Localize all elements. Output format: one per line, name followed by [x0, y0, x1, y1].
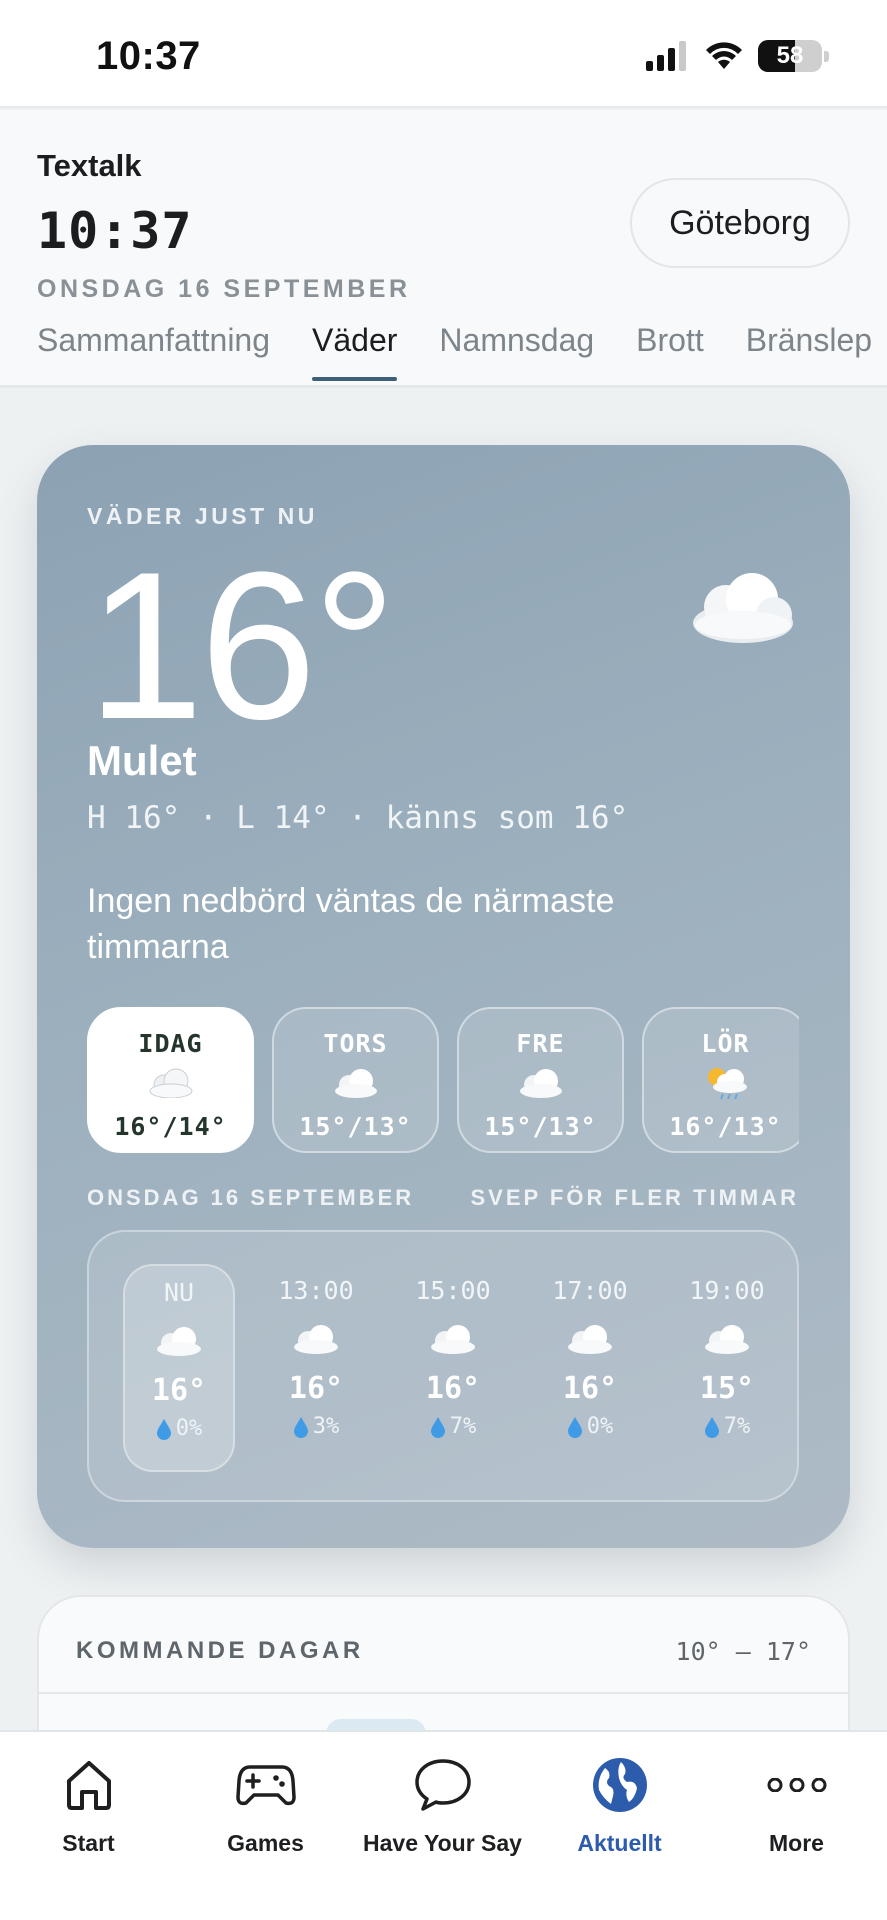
- raindrop-icon: [293, 1416, 308, 1438]
- brand-name: Textalk: [37, 148, 142, 183]
- status-icons: 58: [646, 40, 829, 72]
- tab-namnsdag[interactable]: Namnsdag: [439, 322, 594, 381]
- wifi-icon: [706, 42, 742, 69]
- header-date: ONSDAG 16 SEPTEMBER: [37, 275, 411, 303]
- bottom-navigation: Start Games Have Your Say Aktuellt More: [0, 1730, 887, 1920]
- status-bar: 10:37 58: [0, 0, 887, 108]
- home-icon: [66, 1761, 111, 1810]
- raindrop-icon: [704, 1416, 719, 1438]
- nav-item-start[interactable]: Start: [0, 1750, 177, 1857]
- hourly-date: ONSDAG 16 SEPTEMBER: [87, 1185, 415, 1210]
- city-selector-button[interactable]: Göteborg: [630, 178, 850, 268]
- hour-item: 17:00 16° 0%: [552, 1276, 628, 1439]
- upcoming-title: KOMMANDE DAGAR: [76, 1637, 364, 1664]
- nav-item-have-your-say[interactable]: Have Your Say: [354, 1750, 531, 1857]
- speech-bubble-icon: [414, 1759, 471, 1811]
- upcoming-range: 10° – 17°: [675, 1637, 811, 1666]
- cloud-icon: [334, 1069, 377, 1098]
- cloud-icon: [568, 1325, 612, 1354]
- hourly-header: ONSDAG 16 SEPTEMBER SVEP FÖR FLER TIMMAR: [87, 1185, 799, 1211]
- day-card-tors[interactable]: TORS 15°/13°: [272, 1007, 439, 1153]
- daily-forecast-strip: IDAG 16°/14° TORS 15°/13° FRE 15°/13° LÖ…: [87, 1007, 799, 1153]
- signal-icon: [646, 41, 686, 71]
- tab-bransle[interactable]: Bränslep: [746, 322, 872, 381]
- section-tabs: Sammanfattning Väder Namnsdag Brott Brän…: [37, 322, 887, 381]
- cloud-icon: [431, 1325, 475, 1354]
- tab-brott[interactable]: Brott: [636, 322, 704, 381]
- day-card-fre[interactable]: FRE 15°/13°: [457, 1007, 624, 1153]
- cloud-icon: [519, 1069, 562, 1098]
- hour-item: 15:00 16° 7%: [415, 1276, 491, 1439]
- hourly-forecast[interactable]: NU 16° 0% 13:00 16° 3% 15:00 16° 7% 17:0…: [87, 1230, 799, 1502]
- hourly-swipe-hint: SVEP FÖR FLER TIMMAR: [470, 1185, 799, 1210]
- day-card-today[interactable]: IDAG 16°/14°: [87, 1007, 254, 1153]
- hour-item-now: NU 16° 0%: [123, 1264, 235, 1472]
- tab-sammanfattning[interactable]: Sammanfattning: [37, 322, 270, 381]
- hour-item: 13:00 16° 3%: [278, 1276, 354, 1439]
- cloud-icon: [149, 1068, 192, 1098]
- tab-vader[interactable]: Väder: [312, 322, 398, 381]
- day-card-lor[interactable]: LÖR 16°/13°: [642, 1007, 799, 1153]
- raindrop-icon: [430, 1416, 445, 1438]
- more-dots-icon: [767, 1778, 826, 1792]
- hour-item: 19:00 15° 7%: [689, 1276, 765, 1439]
- nav-item-aktuellt[interactable]: Aktuellt: [531, 1750, 708, 1857]
- raindrop-icon: [567, 1416, 582, 1438]
- divider: [39, 1692, 848, 1694]
- raindrop-icon: [156, 1418, 171, 1440]
- cloud-icon: [294, 1325, 338, 1354]
- sun-cloud-rain-icon: [707, 1068, 747, 1100]
- header-clock: 10:37: [37, 202, 193, 260]
- cloud-icon: [157, 1327, 201, 1356]
- cloud-icon: [705, 1325, 749, 1354]
- gamepad-icon: [235, 1765, 296, 1806]
- nav-item-games[interactable]: Games: [177, 1750, 354, 1857]
- status-time: 10:37: [96, 34, 201, 78]
- battery-icon: 58: [758, 40, 822, 72]
- battery-percent: 58: [776, 42, 804, 69]
- app-header: Textalk 10:37 ONSDAG 16 SEPTEMBER Götebo…: [0, 110, 887, 388]
- nav-item-more[interactable]: More: [708, 1750, 885, 1857]
- globe-icon: [592, 1758, 647, 1812]
- weather-card: VÄDER JUST NU 16° Mulet H 16° · L 14° · …: [37, 445, 850, 1548]
